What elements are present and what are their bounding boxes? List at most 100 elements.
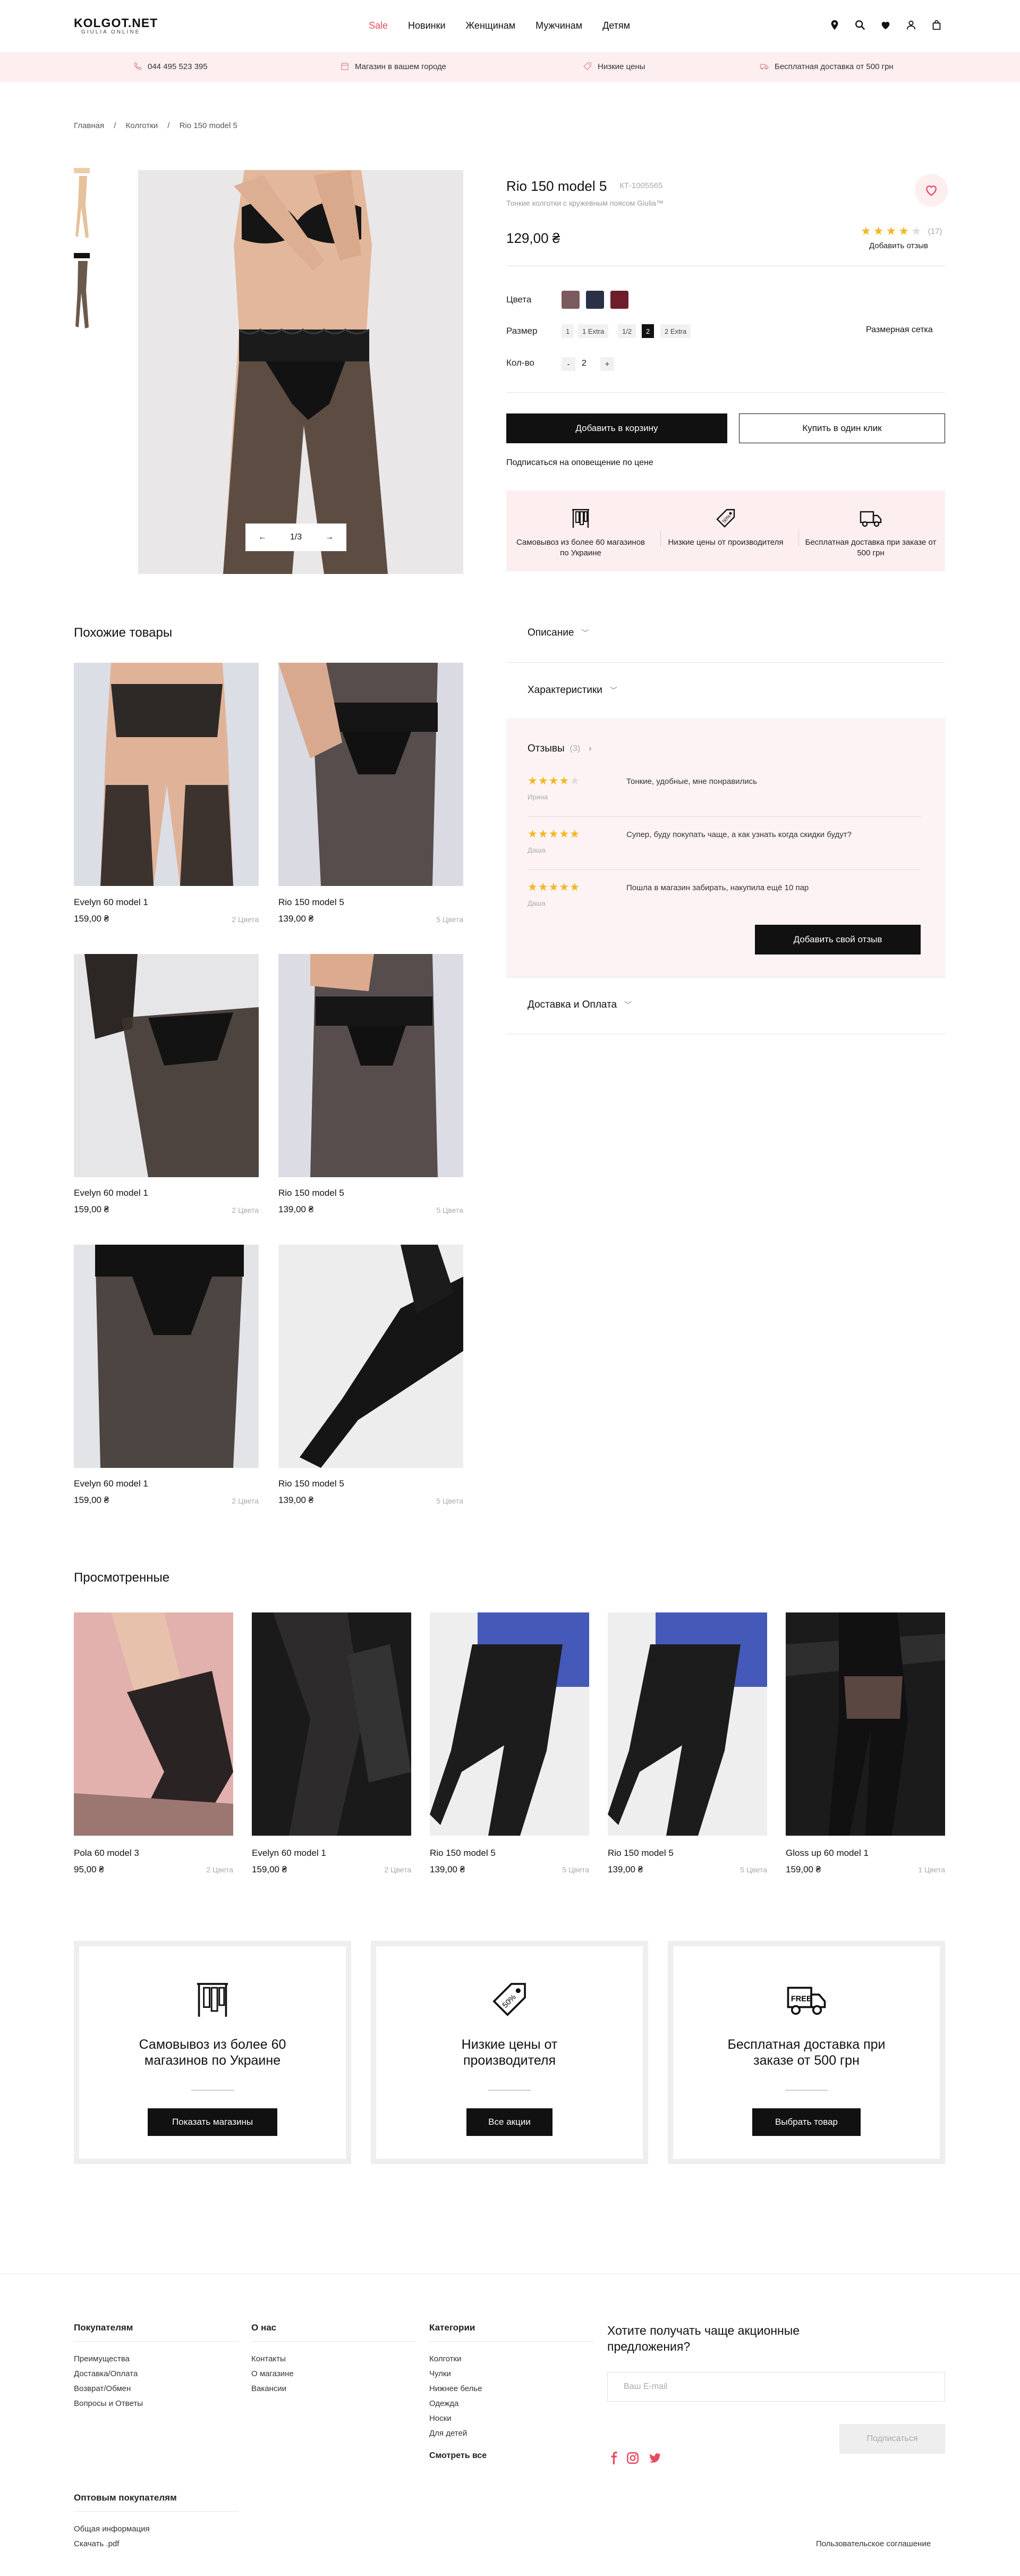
footer-link[interactable]: Колготки (429, 2354, 461, 2363)
promo-bar: 044 495 523 395 Магазин в вашем городе Н… (0, 52, 1020, 82)
footer-email-input[interactable]: Ваш E-mail (607, 2372, 945, 2402)
promo-shops[interactable]: Магазин в вашем городе (340, 62, 446, 71)
footer-link[interactable]: Преимущества (74, 2354, 130, 2363)
product-card-colors: 5 Цвета (436, 915, 463, 924)
footer-agreement-link[interactable]: Пользовательское соглашение (816, 2539, 931, 2548)
viewed-card-price: 159,00 ₴ (786, 1864, 821, 1874)
product-card-name[interactable]: Evelyn 60 model 1 (74, 1479, 148, 1489)
color-swatch-mauve[interactable] (562, 291, 580, 309)
promo-delivery[interactable]: Бесплатная доставка от 500 грн (760, 62, 894, 71)
product-card-name[interactable]: Evelyn 60 model 1 (74, 897, 148, 908)
main-nav: Sale Новинки Женщинам Мужчинам Детям (369, 20, 650, 31)
footer-link[interactable]: Носки (429, 2414, 452, 2423)
add-to-cart-button[interactable]: Добавить в корзину (506, 413, 727, 443)
size-option-selected[interactable]: 2 (642, 324, 654, 338)
product-card-image[interactable] (278, 954, 463, 1177)
viewed-card-colors: 5 Цвета (740, 1865, 767, 1874)
product-card-name[interactable]: Rio 150 model 5 (278, 1479, 344, 1489)
product-card-image[interactable] (74, 954, 259, 1177)
color-swatch-navy[interactable] (586, 291, 604, 309)
all-sales-button[interactable]: Все акции (466, 2108, 552, 2136)
choose-product-button[interactable]: Выбрать товар (752, 2108, 861, 2136)
cart-bag-icon[interactable] (931, 19, 942, 31)
footer-see-all[interactable]: Смотреть все (429, 2451, 487, 2461)
product-card-image[interactable] (74, 663, 259, 886)
breadcrumb-home[interactable]: Главная (74, 121, 104, 130)
viewed-card-image[interactable] (608, 1612, 767, 1836)
footer-link[interactable]: Для детей (429, 2429, 467, 2438)
show-shops-button[interactable]: Показать магазины (148, 2108, 277, 2136)
accordion-delivery[interactable]: Доставка и Оплата ﹀ (528, 999, 632, 1011)
footer-link[interactable]: Одежда (429, 2399, 458, 2408)
viewed-card-name[interactable]: Pola 60 model 3 (74, 1848, 139, 1859)
nav-kids[interactable]: Детям (602, 20, 630, 31)
size-option[interactable]: 1/2 (618, 324, 636, 338)
viewed-card-image[interactable] (252, 1612, 411, 1836)
footer-link[interactable]: О магазине (251, 2369, 294, 2378)
footer-link[interactable]: Скачать .pdf (74, 2539, 119, 2548)
quantity-value[interactable]: 2 (582, 359, 586, 368)
size-chart-link[interactable]: Размерная сетка (866, 325, 933, 335)
footer-link[interactable]: Вопросы и Ответы (74, 2399, 143, 2408)
viewed-card-image[interactable] (74, 1612, 233, 1836)
location-pin-icon[interactable] (829, 19, 840, 31)
price-alert-link[interactable]: Подписаться на оповещение по цене (506, 458, 653, 468)
accordion-characteristics[interactable]: Характеристики ﹀ (528, 685, 617, 696)
size-option[interactable]: 1 (562, 324, 574, 338)
product-card-image[interactable] (74, 1245, 259, 1468)
product-card-image[interactable] (278, 663, 463, 886)
promo-phone[interactable]: 044 495 523 395 (133, 62, 208, 71)
quantity-plus-button[interactable]: + (600, 357, 614, 371)
facebook-icon[interactable] (607, 2451, 621, 2465)
viewed-card-name[interactable]: Rio 150 model 5 (430, 1848, 496, 1859)
buy-one-click-button[interactable]: Купить в один клик (739, 413, 945, 443)
accordion-reviews[interactable]: Отзывы (3) › (528, 743, 592, 755)
favorite-button[interactable] (915, 174, 948, 207)
nav-women[interactable]: Женщинам (466, 20, 516, 31)
product-card-name[interactable]: Rio 150 model 5 (278, 897, 344, 908)
color-swatch-burgundy[interactable] (610, 291, 628, 309)
gallery-thumb-2[interactable] (74, 253, 90, 328)
twitter-icon[interactable] (648, 2451, 662, 2465)
logo-subtitle: GIULIA ONLINE (81, 29, 141, 35)
gallery-thumb-1[interactable] (74, 168, 90, 242)
quantity-minus-button[interactable]: - (562, 357, 575, 371)
slider-counter: 1/3 (290, 533, 302, 542)
footer-link[interactable]: Нижнее белье (429, 2384, 482, 2393)
footer-link[interactable]: Чулки (429, 2369, 451, 2378)
add-review-button[interactable]: Добавить свой отзыв (755, 925, 921, 955)
advantage-card-title: Низкие цены от производителя (461, 2037, 558, 2068)
clothes-rack-icon (572, 509, 589, 528)
nav-men[interactable]: Мужчинам (536, 20, 582, 31)
product-card-name[interactable]: Evelyn 60 model 1 (74, 1188, 148, 1198)
instagram-icon[interactable] (626, 2451, 640, 2465)
arrow-left-icon[interactable]: ← (258, 533, 267, 542)
footer-subscribe-button[interactable]: Подписаться (839, 2424, 945, 2454)
viewed-card-image[interactable] (430, 1612, 589, 1836)
product-card-name[interactable]: Rio 150 model 5 (278, 1188, 344, 1198)
nav-new[interactable]: Новинки (408, 20, 446, 31)
logo[interactable]: KOLGOT.NET (74, 16, 158, 30)
footer-link[interactable]: Контакты (251, 2354, 286, 2363)
footer-link[interactable]: Общая информация (74, 2524, 150, 2533)
promo-prices[interactable]: Низкие цены (583, 62, 645, 71)
nav-sale[interactable]: Sale (369, 20, 388, 31)
size-option[interactable]: 2 Extra (660, 324, 691, 338)
viewed-card-image[interactable] (786, 1612, 945, 1836)
viewed-card-name[interactable]: Gloss up 60 model 1 (786, 1848, 869, 1859)
arrow-right-icon[interactable]: → (325, 533, 334, 542)
user-icon[interactable] (905, 19, 917, 31)
product-card-image[interactable] (278, 1245, 463, 1468)
viewed-card-name[interactable]: Evelyn 60 model 1 (252, 1848, 326, 1859)
viewed-title: Просмотренные (74, 1570, 170, 1585)
add-review-link[interactable]: Добавить отзыв (869, 241, 928, 250)
size-option[interactable]: 1 Extra (578, 324, 609, 338)
viewed-card-name[interactable]: Rio 150 model 5 (608, 1848, 674, 1859)
footer-link[interactable]: Вакансии (251, 2384, 286, 2393)
breadcrumb-category[interactable]: Колготки (126, 121, 158, 130)
heart-icon[interactable] (880, 19, 891, 31)
accordion-description[interactable]: Описание ﹀ (528, 627, 589, 639)
footer-link[interactable]: Доставка/Оплата (74, 2369, 138, 2378)
footer-link[interactable]: Возврат/Обмен (74, 2384, 131, 2393)
search-icon[interactable] (854, 19, 866, 31)
